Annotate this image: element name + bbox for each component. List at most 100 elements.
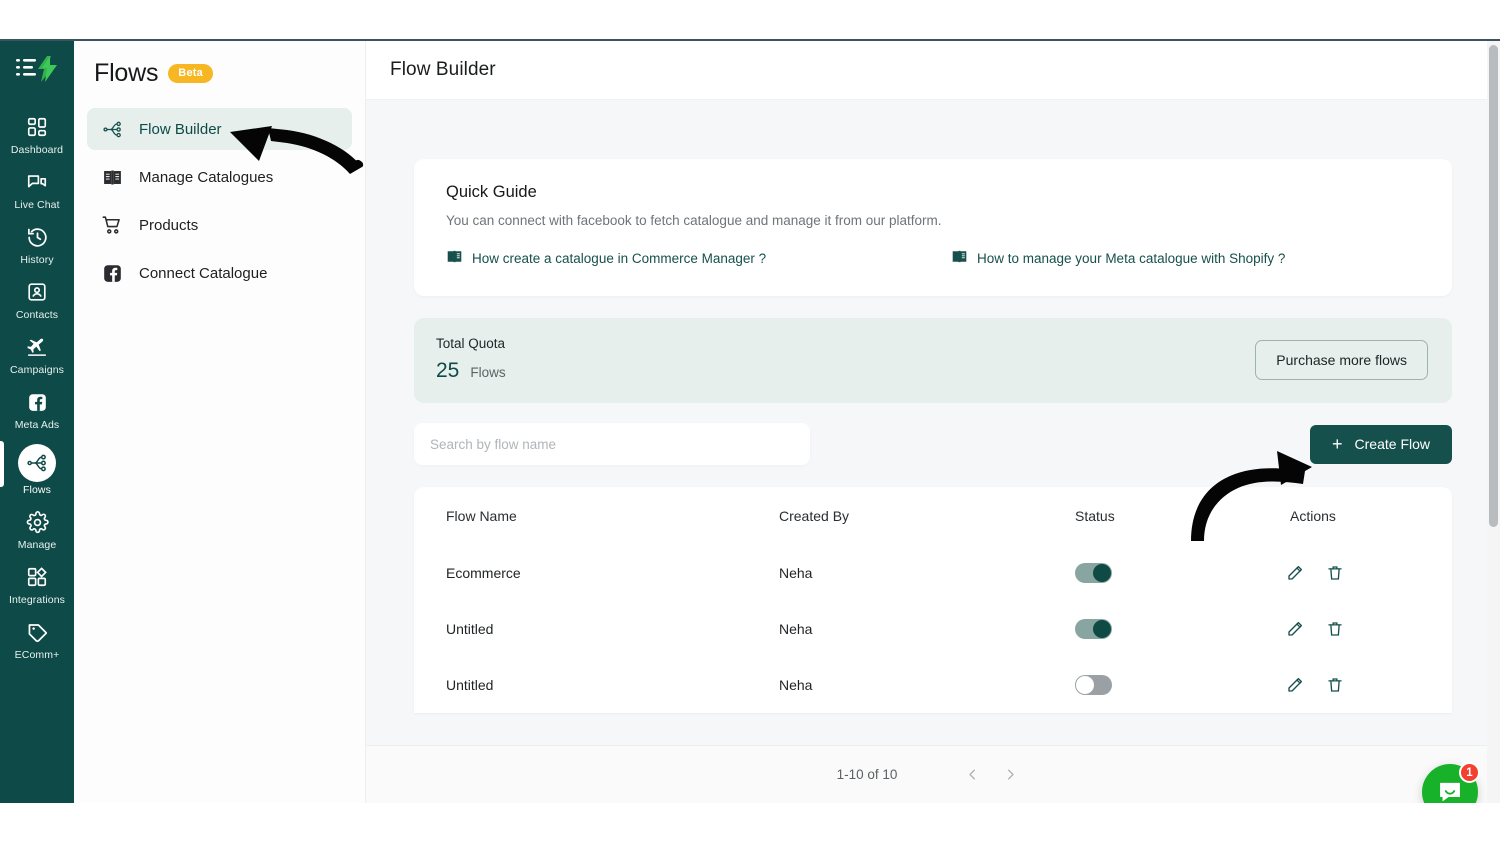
sidebar-item-meta-ads[interactable]: Meta Ads bbox=[0, 382, 74, 437]
cell-flow-name: Untitled bbox=[446, 677, 779, 693]
delete-flow-button[interactable] bbox=[1326, 564, 1344, 582]
status-toggle[interactable] bbox=[1075, 675, 1112, 695]
sidebar-label: Live Chat bbox=[14, 199, 59, 211]
sidebar-item-contacts[interactable]: Contacts bbox=[0, 272, 74, 327]
facebook-icon bbox=[24, 389, 50, 415]
quota-label: Total Quota bbox=[436, 336, 506, 351]
edit-flow-button[interactable] bbox=[1286, 620, 1304, 638]
delete-flow-button[interactable] bbox=[1326, 676, 1344, 694]
quick-guide-title: Quick Guide bbox=[446, 183, 1420, 202]
create-flow-button[interactable]: + Create Flow bbox=[1310, 425, 1452, 464]
chevron-left-icon bbox=[965, 767, 980, 782]
pagination-footer: 1-10 of 10 bbox=[366, 745, 1500, 803]
sidebar-item-manage[interactable]: Manage bbox=[0, 502, 74, 557]
cell-status bbox=[1075, 619, 1275, 639]
subnav-item-label: Manage Catalogues bbox=[139, 169, 273, 186]
book-icon bbox=[446, 248, 463, 268]
main-header: Flow Builder bbox=[366, 41, 1500, 100]
table-row: Untitled Neha bbox=[446, 657, 1420, 713]
column-header-created-by: Created By bbox=[779, 508, 1075, 524]
subnav-item-label: Connect Catalogue bbox=[139, 265, 267, 282]
plus-icon: + bbox=[1332, 435, 1343, 453]
cell-status bbox=[1075, 563, 1275, 583]
pagination-prev-button[interactable] bbox=[953, 756, 991, 794]
blocks-icon bbox=[24, 564, 50, 590]
table-row: Untitled Neha bbox=[446, 601, 1420, 657]
table-header-row: Flow Name Created By Status Actions bbox=[446, 487, 1420, 545]
sidebar-label: Campaigns bbox=[10, 364, 64, 376]
sidebar-item-ecomm-plus[interactable]: EComm+ bbox=[0, 612, 74, 667]
quick-guide-subtitle: You can connect with facebook to fetch c… bbox=[446, 213, 1420, 228]
sidebar-item-dashboard[interactable]: Dashboard bbox=[0, 107, 74, 162]
purchase-more-flows-button[interactable]: Purchase more flows bbox=[1255, 340, 1428, 380]
lightning-list-logo-icon bbox=[14, 54, 60, 84]
subnav-item-flow-builder[interactable]: Flow Builder bbox=[87, 108, 352, 150]
plane-icon bbox=[24, 334, 50, 360]
sidebar-item-campaigns[interactable]: Campaigns bbox=[0, 327, 74, 382]
subnav-item-products[interactable]: Products bbox=[87, 204, 352, 246]
sidebar-label: History bbox=[20, 254, 53, 266]
sidebar-item-history[interactable]: History bbox=[0, 217, 74, 272]
cell-flow-name: Ecommerce bbox=[446, 565, 779, 581]
screen: Dashboard Live Chat History bbox=[0, 0, 1500, 844]
cell-actions bbox=[1275, 620, 1420, 638]
subnav-item-label: Flow Builder bbox=[139, 121, 222, 138]
page-scrollbar-thumb[interactable] bbox=[1489, 45, 1498, 527]
pagination-next-button[interactable] bbox=[991, 756, 1029, 794]
edit-flow-button[interactable] bbox=[1286, 564, 1304, 582]
sidebar-label: Dashboard bbox=[11, 144, 63, 156]
sidebar-item-live-chat[interactable]: Live Chat bbox=[0, 162, 74, 217]
sidebar-label: Flows bbox=[23, 484, 51, 496]
column-header-flow-name: Flow Name bbox=[446, 508, 779, 524]
beta-badge: Beta bbox=[168, 64, 213, 83]
search-input[interactable] bbox=[414, 423, 810, 465]
edit-flow-button[interactable] bbox=[1286, 676, 1304, 694]
app-logo[interactable] bbox=[10, 49, 64, 89]
sidebar-label: Meta Ads bbox=[15, 419, 60, 431]
subnav-item-label: Products bbox=[139, 217, 198, 234]
subnav-item-connect-catalogue[interactable]: Connect Catalogue bbox=[87, 252, 352, 294]
cell-actions bbox=[1275, 564, 1420, 582]
table-row: Ecommerce Neha bbox=[446, 545, 1420, 601]
app-shell: Dashboard Live Chat History bbox=[0, 41, 1500, 803]
create-flow-label: Create Flow bbox=[1355, 436, 1430, 452]
sidebar-item-flows[interactable]: Flows bbox=[0, 437, 74, 502]
guide-link-shopify[interactable]: How to manage your Meta catalogue with S… bbox=[951, 248, 1285, 268]
primary-sidebar: Dashboard Live Chat History bbox=[0, 41, 74, 803]
guide-link-commerce-manager[interactable]: How create a catalogue in Commerce Manag… bbox=[446, 248, 951, 268]
column-header-status: Status bbox=[1075, 508, 1275, 524]
quick-guide-card: Quick Guide You can connect with faceboo… bbox=[414, 159, 1452, 296]
secondary-sidebar: Flows Beta Flow Builder bbox=[74, 41, 366, 803]
subnav-header: Flows Beta bbox=[74, 59, 365, 88]
subnav-item-manage-catalogues[interactable]: Manage Catalogues bbox=[87, 156, 352, 198]
total-quota-card: Total Quota 25 Flows Purchase more flows bbox=[414, 318, 1452, 403]
flows-toolbar: + Create Flow bbox=[414, 423, 1452, 465]
book-icon bbox=[951, 248, 968, 268]
facebook-icon bbox=[101, 262, 123, 284]
cell-actions bbox=[1275, 676, 1420, 694]
main-panel: Flow Builder Quick Guide You can connect… bbox=[366, 41, 1500, 803]
quick-guide-links: How create a catalogue in Commerce Manag… bbox=[446, 248, 1420, 268]
cell-created-by: Neha bbox=[779, 677, 1075, 693]
sidebar-label: Contacts bbox=[16, 309, 58, 321]
guide-link-label: How to manage your Meta catalogue with S… bbox=[977, 251, 1285, 266]
pagination-range: 1-10 of 10 bbox=[837, 767, 898, 782]
guide-link-label: How create a catalogue in Commerce Manag… bbox=[472, 251, 766, 266]
status-toggle[interactable] bbox=[1075, 563, 1112, 583]
delete-flow-button[interactable] bbox=[1326, 620, 1344, 638]
clock-rewind-icon bbox=[24, 224, 50, 250]
chevron-right-icon bbox=[1003, 767, 1018, 782]
sidebar-label: EComm+ bbox=[15, 649, 60, 661]
status-toggle[interactable] bbox=[1075, 619, 1112, 639]
page-title: Flow Builder bbox=[390, 59, 496, 81]
book-icon bbox=[101, 166, 123, 188]
sidebar-label: Integrations bbox=[9, 594, 65, 606]
cart-icon bbox=[101, 214, 123, 236]
flows-table: Flow Name Created By Status Actions Ecom… bbox=[414, 487, 1452, 713]
cell-created-by: Neha bbox=[779, 565, 1075, 581]
subnav-list: Flow Builder M bbox=[74, 108, 365, 294]
cell-status bbox=[1075, 675, 1275, 695]
flow-nodes-icon bbox=[18, 444, 56, 482]
sidebar-item-integrations[interactable]: Integrations bbox=[0, 557, 74, 612]
cell-created-by: Neha bbox=[779, 621, 1075, 637]
